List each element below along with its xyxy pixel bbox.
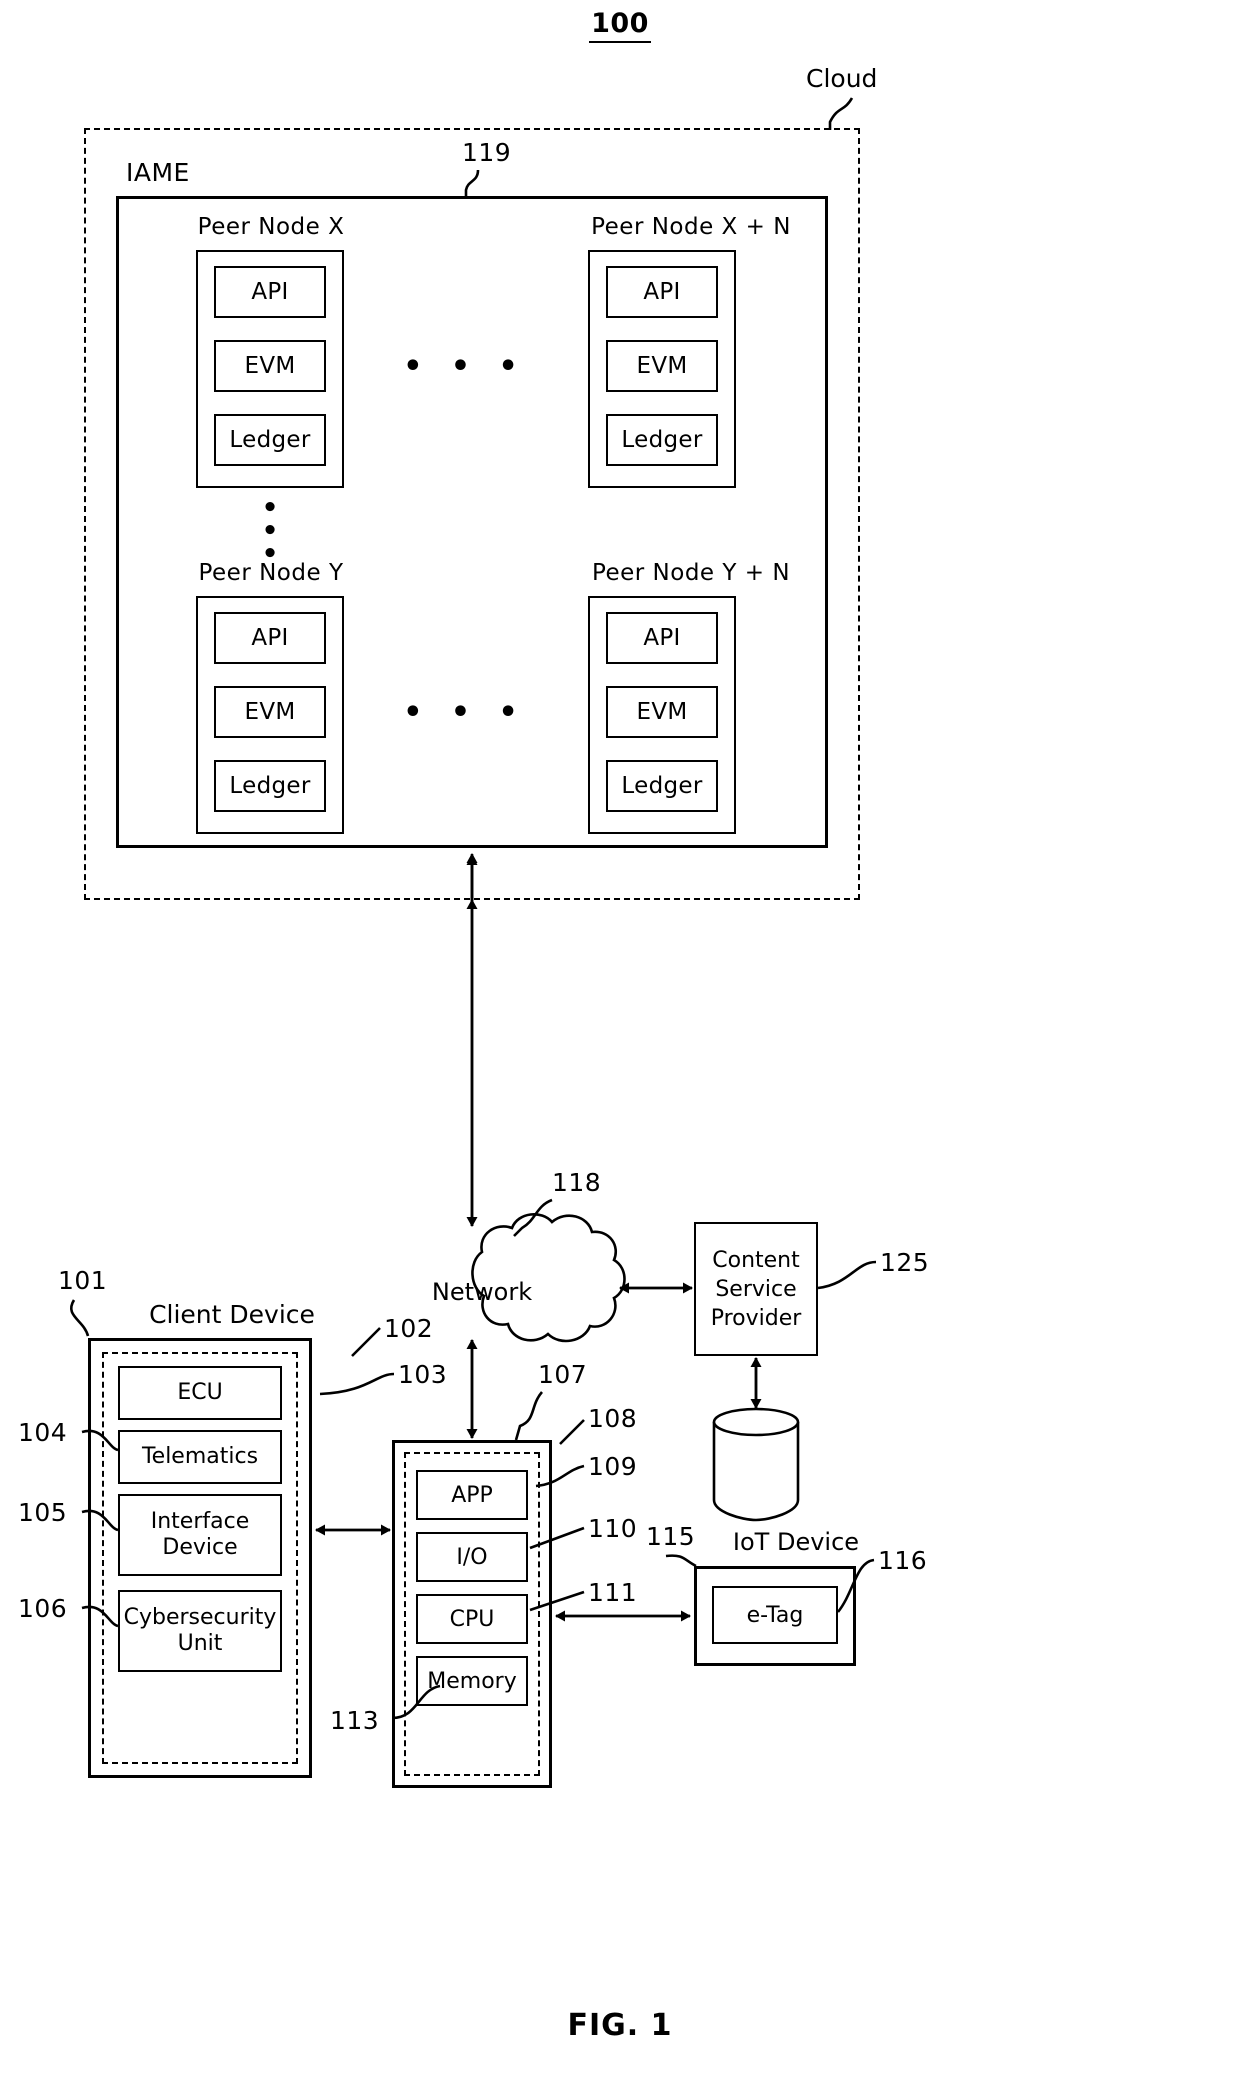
peer-node-yn-api: API: [606, 612, 718, 664]
peer-node-x-evm: EVM: [214, 340, 326, 392]
ref-111: 111: [588, 1578, 638, 1607]
peer-column-ellipsis: • • •: [196, 495, 344, 567]
server-item-memory: Memory: [416, 1656, 528, 1706]
peer-node-xn-api: API: [606, 266, 718, 318]
ref-104: 104: [18, 1418, 68, 1447]
figure-number-text: 100: [589, 8, 651, 43]
client-item-telematics: Telematics: [118, 1430, 282, 1484]
figure-caption: FIG. 1: [567, 2008, 673, 2043]
ref-107: 107: [538, 1360, 588, 1389]
peer-node-x-ledger: Ledger: [214, 414, 326, 466]
client-item-cybersecurity-unit: Cybersecurity Unit: [118, 1590, 282, 1672]
ref-115: 115: [646, 1522, 696, 1551]
peer-node-y-ledger: Ledger: [214, 760, 326, 812]
interface-device-line2: Device: [162, 1535, 238, 1560]
cybersecurity-unit-line1: Cybersecurity: [123, 1605, 277, 1630]
client-device-title: Client Device: [149, 1300, 315, 1329]
figure-number: 100: [0, 8, 1240, 43]
ref-109: 109: [588, 1452, 638, 1481]
server-item-io: I/O: [416, 1532, 528, 1582]
ref-103: 103: [398, 1360, 448, 1389]
ref-106: 106: [18, 1594, 68, 1623]
ref-119: 119: [462, 138, 512, 167]
ref-105: 105: [18, 1498, 68, 1527]
iot-device-etag-box: e-Tag: [712, 1586, 838, 1644]
ref-125: 125: [880, 1248, 930, 1277]
peer-node-yn-evm: EVM: [606, 686, 718, 738]
peer-node-x-api: API: [214, 266, 326, 318]
server-item-app: APP: [416, 1470, 528, 1520]
csp-line2: Service: [715, 1276, 797, 1302]
client-item-interface-device: Interface Device: [118, 1494, 282, 1576]
ref-118: 118: [552, 1168, 602, 1197]
client-item-ecu: ECU: [118, 1366, 282, 1420]
peer-node-y-title: Peer Node Y: [198, 560, 344, 586]
csp-line3: Provider: [710, 1305, 802, 1331]
peer-node-xn-ledger: Ledger: [606, 414, 718, 466]
csp-line1: Content: [712, 1247, 800, 1273]
cloud-label: Cloud: [806, 64, 878, 93]
ref-110: 110: [588, 1514, 638, 1543]
ref-116: 116: [878, 1546, 928, 1575]
peer-row-ellipsis-bottom: • • •: [403, 694, 527, 730]
ref-102: 102: [384, 1314, 434, 1343]
peer-node-x-title: Peer Node X: [197, 214, 345, 240]
cybersecurity-unit-line2: Unit: [177, 1631, 223, 1656]
peer-node-xn-evm: EVM: [606, 340, 718, 392]
ref-113: 113: [330, 1706, 380, 1735]
peer-node-yn-ledger: Ledger: [606, 760, 718, 812]
ref-108: 108: [588, 1404, 638, 1433]
iame-label: IAME: [126, 158, 190, 187]
server-item-cpu: CPU: [416, 1594, 528, 1644]
peer-node-y-api: API: [214, 612, 326, 664]
network-label: Network: [431, 1278, 533, 1306]
content-service-provider-box: Content Service Provider: [694, 1222, 818, 1356]
peer-row-ellipsis-top: • • •: [403, 348, 527, 384]
peer-node-y-evm: EVM: [214, 686, 326, 738]
peer-node-yn-title: Peer Node Y + N: [591, 560, 791, 586]
interface-device-line1: Interface: [150, 1509, 250, 1534]
ref-101: 101: [58, 1266, 108, 1295]
peer-node-xn-title: Peer Node X + N: [591, 214, 791, 240]
